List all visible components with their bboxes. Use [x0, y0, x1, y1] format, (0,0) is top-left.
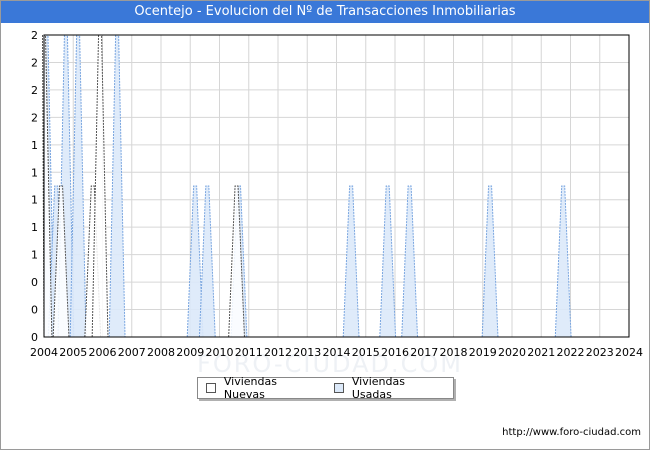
x-tick-label: 2023 [586, 346, 614, 359]
x-tick-label: 2004 [30, 346, 58, 359]
y-tick-label: 0 [31, 331, 38, 344]
x-tick-label: 2022 [557, 346, 585, 359]
x-tick-label: 2007 [118, 346, 146, 359]
y-tick-label: 2 [31, 84, 38, 97]
legend-item-nuevas: Viviendas Nuevas [206, 375, 320, 401]
x-tick-label: 2021 [527, 346, 555, 359]
x-tick-label: 2008 [147, 346, 175, 359]
x-tick-label: 2006 [89, 346, 117, 359]
x-tick-label: 2017 [410, 346, 438, 359]
y-tick-label: 0 [31, 304, 38, 317]
x-tick-label: 2012 [264, 346, 292, 359]
x-tick-label: 2009 [176, 346, 204, 359]
usadas-point [342, 185, 360, 338]
y-tick-label: 2 [31, 111, 38, 124]
legend-label-nuevas: Viviendas Nuevas [223, 375, 277, 401]
grid [43, 34, 630, 338]
usadas-point [481, 185, 499, 338]
legend-swatch-nuevas [206, 383, 216, 393]
y-tick-label: 1 [31, 249, 38, 262]
y-tick-label: 1 [31, 221, 38, 234]
x-tick-label: 2014 [323, 346, 351, 359]
x-tick-label: 2011 [235, 346, 263, 359]
usadas-point [69, 34, 87, 338]
x-tick-label: 2019 [469, 346, 497, 359]
y-tick-label: 1 [31, 166, 38, 179]
y-tick-label: 2 [31, 29, 38, 42]
legend-label-usadas: Viviendas Usadas [351, 375, 405, 401]
x-tick-label: 2016 [381, 346, 409, 359]
y-tick-label: 2 [31, 56, 38, 69]
x-tick-label: 2010 [206, 346, 234, 359]
y-tick-label: 1 [31, 194, 38, 207]
usadas-point [108, 34, 126, 338]
x-axis-ticks: 2004 2005 2006 2007 2008 2009 2010 2011 2012 2013… [30, 346, 643, 359]
usadas-point [554, 185, 572, 338]
legend-item-usadas: Viviendas Usadas [333, 375, 447, 401]
legend: Viviendas Nuevas Viviendas Usadas [197, 375, 454, 401]
y-tick-label: 0 [31, 276, 38, 289]
source-url: http://www.foro-ciudad.com [502, 427, 641, 438]
y-axis-ticks: 0 0 0 1 1 1 1 1 2 2 2 2 [31, 29, 38, 344]
usadas-point [401, 185, 419, 338]
x-tick-label: 2005 [59, 346, 87, 359]
x-tick-label: 2020 [498, 346, 526, 359]
x-tick-label: 2024 [615, 346, 643, 359]
x-tick-label: 2015 [352, 346, 380, 359]
x-tick-label: 2013 [293, 346, 321, 359]
usadas-point [198, 185, 216, 338]
legend-swatch-usadas [333, 383, 344, 393]
y-tick-label: 1 [31, 139, 38, 152]
usadas-point [379, 185, 397, 338]
x-tick-label: 2018 [440, 346, 468, 359]
